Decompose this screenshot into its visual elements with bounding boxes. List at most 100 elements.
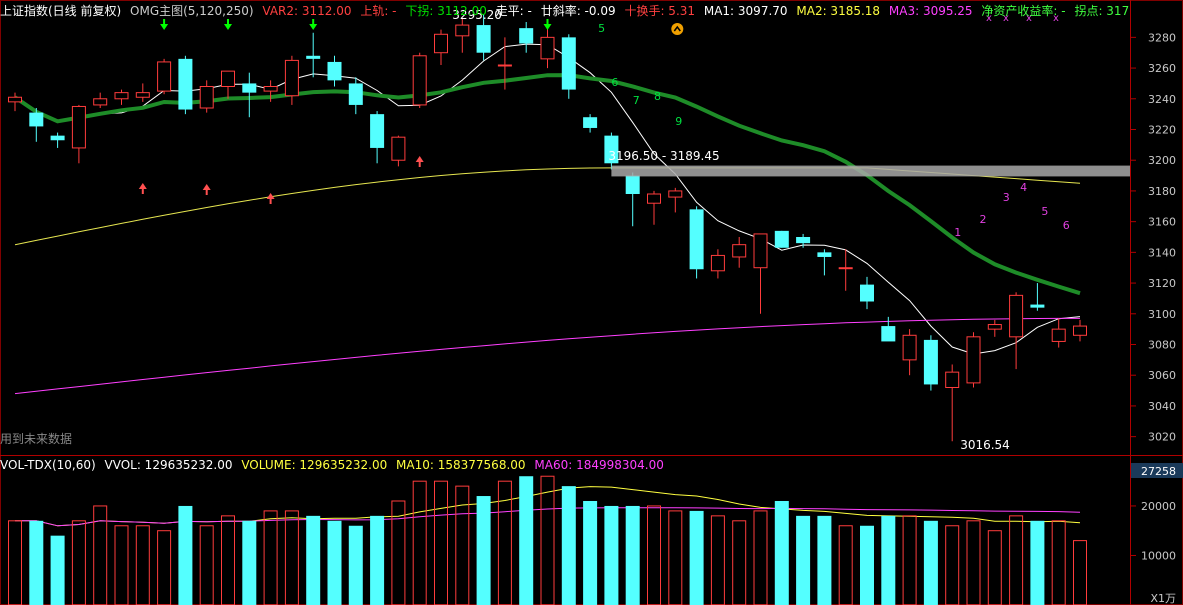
green-down-arrow [160, 24, 169, 30]
volume-bar [604, 505, 619, 605]
volume-bar [753, 510, 768, 605]
candle-body [157, 61, 172, 92]
vol-tick-label: 20000 [1141, 500, 1176, 513]
green-down-arrow [543, 24, 552, 30]
candle-body [327, 61, 342, 81]
price-tick-label: 3120 [1148, 277, 1176, 290]
wave-number-green: 7 [633, 94, 640, 107]
price-tick-label: 3220 [1148, 124, 1176, 137]
wave-number-green: 9 [675, 115, 682, 128]
candle-body [50, 135, 65, 141]
ma2-value: MA2: 3185.18 [796, 4, 881, 18]
volume-bar [945, 525, 960, 605]
volume-bar [625, 505, 640, 605]
candle-body [476, 25, 491, 53]
red-up-arrow [415, 156, 424, 162]
candle-body [902, 334, 917, 361]
wave-number-magenta: 4 [1020, 181, 1027, 194]
candle-body [370, 114, 385, 148]
price-tick-label: 3280 [1148, 31, 1176, 44]
volume-header: VOL-TDX(10,60) VVOL: 129635232.00 VOLUME… [0, 458, 669, 472]
candle-body [923, 339, 938, 385]
alert-circle-icon [671, 23, 684, 35]
candle-body [284, 59, 299, 97]
chart-canvas: 3295.203196.50 - 3189.453016.54567 891234… [0, 0, 1183, 605]
volume: VOLUME: 129635232.00 [241, 458, 388, 472]
volume-bar [774, 500, 789, 605]
candle-body [817, 252, 832, 257]
ma10-vol: MA10: 158377568.00 [396, 458, 526, 472]
down-break: 下拐: 3112.00 [405, 4, 487, 18]
candle-body [348, 83, 363, 105]
volume-bar [157, 530, 172, 605]
volume-bar [561, 486, 576, 605]
candle-body [8, 96, 22, 103]
wave-number-magenta: 2 [980, 213, 987, 226]
wave-number-magenta: 3 [1003, 191, 1010, 204]
candle-body [114, 92, 129, 100]
volume-bar [476, 496, 491, 605]
candle-body [710, 254, 725, 272]
candle-body [391, 136, 406, 161]
volume-bar [199, 525, 214, 605]
vol-tick-label: 27258 [1141, 465, 1176, 478]
slope: 廿斜率: -0.09 [540, 4, 616, 18]
volume-bar [29, 520, 44, 605]
candle-body [519, 28, 534, 44]
volume-bar [987, 530, 1002, 605]
vol-ma10-line [15, 486, 1081, 527]
wave-number-magenta: 6 [1063, 219, 1070, 232]
volume-bar [1073, 540, 1087, 605]
volume-bar [540, 475, 555, 605]
volume-bars [8, 475, 1087, 605]
candle-body [689, 209, 704, 270]
price-tick-label: 3100 [1148, 308, 1176, 321]
volume-bar [796, 515, 811, 605]
volume-bar [327, 520, 342, 605]
ma3-value: MA3: 3095.25 [888, 4, 973, 18]
vvol: VVOL: 129635232.00 [104, 458, 233, 472]
volume-bar [263, 510, 278, 605]
price-tick-label: 3200 [1148, 154, 1176, 167]
price-tick-label: 3240 [1148, 93, 1176, 106]
candle-body [412, 55, 427, 106]
volume-bar [370, 515, 385, 605]
turnover: 十换手: 5.31 [624, 4, 696, 18]
price-tick-label: 3180 [1148, 185, 1176, 198]
axis-ticks: 3280 3260 3240 3220 3200 3180 3160 3140 3120 3100… [1131, 31, 1183, 605]
volume-bar [923, 520, 938, 605]
candle-body [881, 326, 896, 342]
volume-bar [668, 510, 683, 605]
resistance-band [611, 165, 1130, 177]
candle-body [1030, 304, 1045, 308]
candle-body [625, 175, 640, 194]
candle-body [583, 117, 598, 128]
wave-number-green: 5 [598, 22, 605, 35]
vol-name: VOL-TDX(10,60) [0, 458, 96, 472]
volume-bar [50, 535, 65, 605]
candle-body [497, 64, 512, 67]
candle-body [221, 70, 235, 88]
volume-bar [221, 515, 235, 605]
wave-number-green: 8 [654, 90, 661, 103]
ma1-value: MA1: 3097.70 [703, 4, 788, 18]
volume-bar [455, 485, 470, 605]
red-up-arrow [138, 183, 147, 189]
candle-body [199, 86, 214, 109]
price-tick-label: 3260 [1148, 62, 1176, 75]
volume-bar [902, 515, 917, 605]
candle-body [966, 336, 981, 384]
price-tick-label: 3020 [1148, 431, 1176, 444]
candle-body [796, 237, 811, 244]
candle-body [1073, 325, 1087, 336]
volume-bar [114, 525, 129, 605]
low-price-label: 3016.54 [960, 438, 1010, 452]
volume-bar [348, 525, 363, 605]
candle-body [647, 193, 661, 204]
candle-body [434, 33, 448, 54]
candle-body [753, 233, 768, 269]
up-track: 上轨: - [360, 4, 397, 18]
candle-body [668, 190, 683, 198]
volume-bar [838, 525, 853, 605]
candle-body [306, 55, 321, 59]
